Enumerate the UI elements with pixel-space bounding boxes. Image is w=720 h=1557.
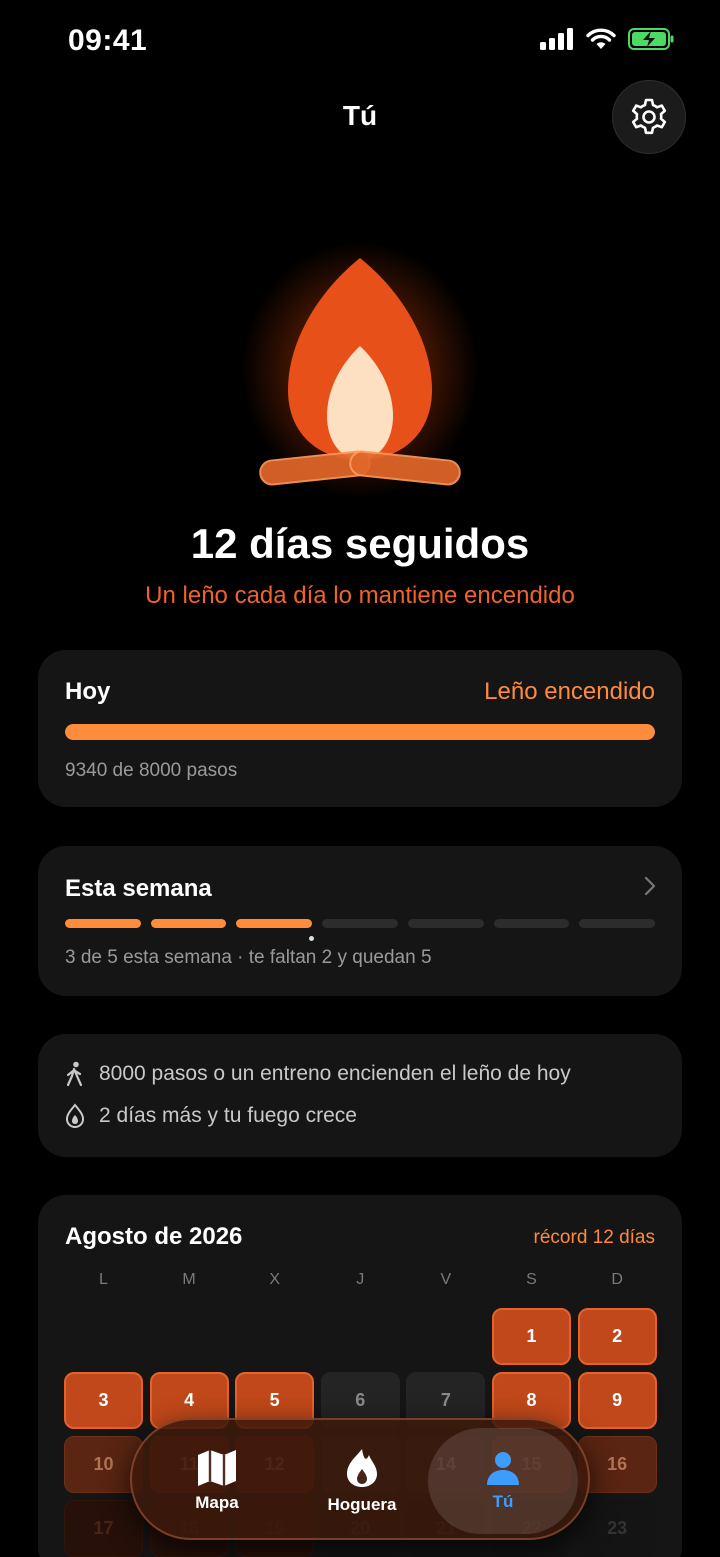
- person-icon: [487, 1452, 519, 1485]
- chevron-right-icon: [644, 876, 656, 896]
- today-marker: [309, 936, 314, 941]
- week-summary: 3 de 5 esta semana · te faltan 2 y queda…: [65, 947, 432, 968]
- calendar-weekdays: LMXJVSD: [64, 1271, 657, 1293]
- tab-map[interactable]: Mapa: [142, 1420, 292, 1542]
- walking-icon: [66, 1061, 83, 1087]
- signal-icon: [540, 28, 573, 50]
- calendar-day[interactable]: 17: [64, 1500, 143, 1557]
- weekday-label: X: [269, 1271, 281, 1288]
- tab-bonfire[interactable]: Hoguera: [287, 1420, 437, 1542]
- weekday-label: M: [182, 1271, 196, 1288]
- weekday-label: J: [356, 1271, 365, 1288]
- tab-label: Tú: [492, 1492, 514, 1511]
- week-progress-segments: [65, 919, 656, 928]
- week-label: Esta semana: [65, 875, 212, 902]
- flame-drop-icon: [65, 1103, 85, 1129]
- weekday-label: V: [440, 1271, 452, 1288]
- streak-subtitle: Un leño cada día lo mantiene encendido: [145, 582, 575, 609]
- week-segment: [236, 919, 313, 928]
- week-segment: [407, 919, 484, 928]
- calendar-day[interactable]: 3: [64, 1372, 143, 1429]
- weekday-label: L: [99, 1271, 108, 1288]
- tip-item: 8000 pasos o un entreno encienden el leñ…: [65, 1061, 571, 1087]
- tab-label: Mapa: [195, 1493, 239, 1512]
- calendar-day[interactable]: 9: [577, 1372, 657, 1429]
- tip-text: 2 días más y tu fuego crece: [99, 1104, 357, 1127]
- map-icon: [198, 1450, 236, 1486]
- week-segment: [322, 919, 398, 928]
- week-segment: [150, 919, 227, 928]
- today-status: Leño encendido: [484, 678, 655, 705]
- status-icons: [540, 28, 674, 50]
- calendar-day[interactable]: 23: [577, 1500, 657, 1557]
- tab-you[interactable]: Tú: [428, 1428, 578, 1534]
- today-label: Hoy: [65, 678, 111, 705]
- flame-icon: [347, 1449, 377, 1487]
- calendar-record: récord 12 días: [533, 1227, 655, 1248]
- week-card[interactable]: Esta semana 3 de 5 esta semana · te falt…: [38, 846, 682, 996]
- today-card[interactable]: Hoy Leño encendido 9340 de 8000 pasos: [38, 650, 682, 807]
- calendar-day[interactable]: 1: [492, 1308, 571, 1365]
- week-segment: [65, 919, 141, 928]
- tab-label: Hoguera: [327, 1495, 397, 1514]
- wifi-icon: [586, 28, 616, 49]
- campfire-illustration: [200, 220, 520, 510]
- weekday-label: D: [611, 1271, 623, 1288]
- calendar-title: Agosto de 2026: [65, 1223, 243, 1250]
- today-steps-text: 9340 de 8000 pasos: [65, 760, 238, 781]
- tip-text: 8000 pasos o un entreno encienden el leñ…: [99, 1062, 571, 1085]
- tab-bar: Mapa Hoguera Tú: [130, 1418, 590, 1540]
- battery-charging-icon: [628, 28, 674, 50]
- status-time: 09:41: [68, 24, 148, 57]
- tip-item: 2 días más y tu fuego crece: [65, 1103, 357, 1129]
- settings-button[interactable]: [612, 80, 686, 154]
- weekday-label: S: [526, 1271, 537, 1288]
- campfire-icon: [259, 258, 461, 486]
- calendar-day[interactable]: 2: [577, 1308, 657, 1365]
- tips-card: 8000 pasos o un entreno encienden el leñ…: [38, 1034, 682, 1157]
- steps-progress-bar: [65, 724, 655, 740]
- week-segment: [493, 919, 570, 928]
- streak-title: 12 días seguidos: [190, 520, 530, 567]
- steps-progress-fill: [65, 724, 655, 740]
- gear-icon: [631, 98, 667, 135]
- week-segment: [579, 919, 656, 928]
